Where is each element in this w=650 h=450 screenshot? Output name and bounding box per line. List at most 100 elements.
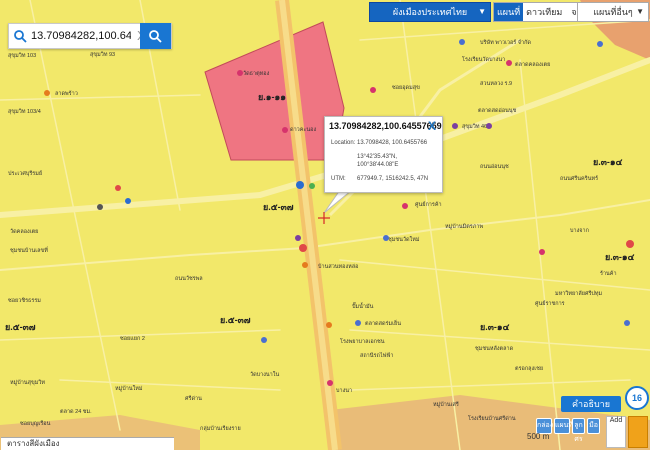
place-label: ชุมชนหลังตลาด <box>475 345 514 352</box>
poi-marker-icon <box>452 123 458 129</box>
place-label: กลุ่มบ้านเรียงราย <box>200 425 241 432</box>
province-dropdown-label: ผังเมืองประเทศไทย <box>392 7 468 17</box>
poi-marker-icon <box>125 198 131 204</box>
utm-value: 677949.7, 1516242.5, 47N <box>357 176 429 182</box>
place-label: วัดบางนาใน <box>250 371 279 378</box>
poi-marker-icon <box>597 41 603 47</box>
poi-marker-icon <box>370 87 376 93</box>
zone-label: ย.๓-๑๔ <box>593 157 623 167</box>
poi-marker-icon <box>44 90 50 96</box>
poi-marker-icon <box>355 320 361 326</box>
place-label: ศูนย์การค้า <box>415 201 442 208</box>
search-icon <box>149 30 162 43</box>
place-label: สุขุมวิท 103/4 <box>8 108 41 115</box>
layer-dropdown[interactable]: แผนที่อื่นๆ ▼ <box>577 2 649 22</box>
map-type-satellite[interactable]: ดาวเทียม <box>523 3 565 21</box>
add-button[interactable]: Add <box>606 416 626 448</box>
popup-close-button[interactable]: X <box>428 119 436 133</box>
place-label: ลาดพร้าว <box>55 90 78 97</box>
place-label: ถนนศรีนครินทร์ <box>560 175 598 182</box>
poi-marker-icon <box>97 204 103 210</box>
place-label: ประเวศบุรีรมย์ <box>8 170 42 177</box>
place-label: บ้านสวนทองหล่อ <box>318 263 358 270</box>
place-label: ซอยบุญเรือน <box>20 420 51 427</box>
poi-marker-icon <box>402 203 408 209</box>
poi-marker-icon <box>486 123 492 129</box>
place-label: บางจาก <box>570 228 589 234</box>
zone-label: ย.๕-๓๗ <box>263 202 294 212</box>
utm-label: UTM: <box>331 176 346 182</box>
poi-marker-icon <box>282 127 288 133</box>
tool-hand-icon[interactable]: มือ <box>587 418 600 434</box>
place-label: ซอยวชิรธรรม <box>8 297 41 304</box>
place-label: บางนา <box>336 388 352 394</box>
place-label: หมู่บ้านใหม่ <box>115 385 143 392</box>
place-label: โรงพยาบาลเอกชน <box>340 337 385 345</box>
location-value: 13.7098428, 100.6455766 <box>357 140 428 146</box>
poi-marker-icon <box>115 185 121 191</box>
place-label: บริษัท พาวเวอร์ จำกัด <box>480 39 531 46</box>
add-button-label: Add <box>609 417 623 424</box>
place-label: ถนนอ่อนนุช <box>480 163 509 170</box>
poi-marker-icon <box>299 244 307 252</box>
place-label: ซอยอุดมสุข <box>392 84 420 91</box>
zone-label: ย.๓-๑๔ <box>480 322 510 332</box>
legend-button-label: คำอธิบาย <box>571 399 610 409</box>
zone-label: ย.๕-๓๗ <box>5 322 36 332</box>
tool-map-icon[interactable]: แผนที่ <box>554 418 573 434</box>
map-type-map[interactable]: แผนที่ <box>494 3 524 21</box>
poi-marker-icon <box>295 235 301 241</box>
place-label: ปั๊มน้ำมัน <box>352 302 374 310</box>
pegman-icon[interactable] <box>628 416 648 448</box>
dms-latitude: 13°42'35.43"N, <box>357 154 398 160</box>
place-label: ชุมชนบ้านเลขที่ <box>10 246 48 254</box>
place-label: สุขุมวิท 93 <box>90 51 115 58</box>
layer-dropdown-label: แผนที่อื่นๆ <box>593 7 633 17</box>
legend-button[interactable]: คำอธิบาย <box>561 396 621 412</box>
zoom-level-control[interactable]: 16 <box>625 386 649 410</box>
poi-marker-icon <box>539 249 545 255</box>
zone-color-panel[interactable]: ตารางสีผังเมือง <box>1 437 174 450</box>
place-label: สถานีรถไฟฟ้า <box>360 352 393 359</box>
place-label: หมู่บ้านเสรี <box>433 401 459 408</box>
tool-arrow-icon[interactable]: ลูกศร <box>572 418 585 443</box>
place-label: ถนนวัชรพล <box>175 275 203 282</box>
chevron-down-icon: ▼ <box>636 7 644 16</box>
zone-label: ย.๓-๑๔ <box>605 252 635 262</box>
poi-marker-icon <box>302 262 308 268</box>
province-dropdown[interactable]: ผังเมืองประเทศไทย ▼ <box>369 2 491 22</box>
coordinate-popup: 13.70984282,100.64557659 X Location: 13.… <box>324 116 443 193</box>
poi-marker-icon <box>459 39 465 45</box>
place-label: หมู่บ้านมิตรภาพ <box>445 223 483 230</box>
scale-bar: 500 m <box>527 432 549 441</box>
poi-marker-icon <box>309 183 315 189</box>
poi-marker-icon <box>296 181 304 189</box>
zone-label: ย.๑-๑๑ <box>258 92 286 102</box>
place-label: โรงเรียนบ้านศรีด่าน <box>468 414 516 422</box>
place-label: ตลาด 24 ชม. <box>60 408 92 415</box>
place-label: ร้านค้า <box>600 270 617 277</box>
zone-color-panel-label: ตารางสีผังเมือง <box>7 439 60 448</box>
search-icon <box>14 30 27 43</box>
search-input[interactable] <box>31 27 131 45</box>
scale-label: 500 m <box>527 432 550 441</box>
search-button[interactable] <box>140 23 171 49</box>
zoom-level: 16 <box>631 393 642 403</box>
popup-title: 13.70984282,100.64557659 <box>329 121 442 131</box>
poi-marker-icon <box>624 320 630 326</box>
poi-marker-icon <box>506 60 512 66</box>
poi-marker-icon <box>261 337 267 343</box>
place-label: ตลาดคลองเตย <box>515 62 550 68</box>
map-toolbar: กล่อง แผนที่ ลูกศร มือ <box>536 418 600 443</box>
place-label: สวนหลวง ร.9 <box>480 80 512 87</box>
place-label: มหาวิทยาลัยศรีปทุม <box>555 290 603 297</box>
chevron-down-icon: ▼ <box>478 7 486 16</box>
place-label: ดาวคะนอง <box>290 127 316 133</box>
poi-marker-icon <box>237 70 243 76</box>
dms-longitude: 100°38'44.08"E <box>357 162 399 168</box>
place-label: วัดธาตุทอง <box>243 70 270 77</box>
poi-marker-icon <box>626 240 634 248</box>
place-label: วัดคลองเตย <box>10 228 38 235</box>
place-label: ซอยแยก 2 <box>120 335 145 342</box>
map-canvas[interactable]: ย.๑-๑๑ ย.๕-๓๗ ย.๕-๓๗ ย.๕-๓๗ ย.๓-๑๔ ย.๓-๑… <box>0 0 650 450</box>
